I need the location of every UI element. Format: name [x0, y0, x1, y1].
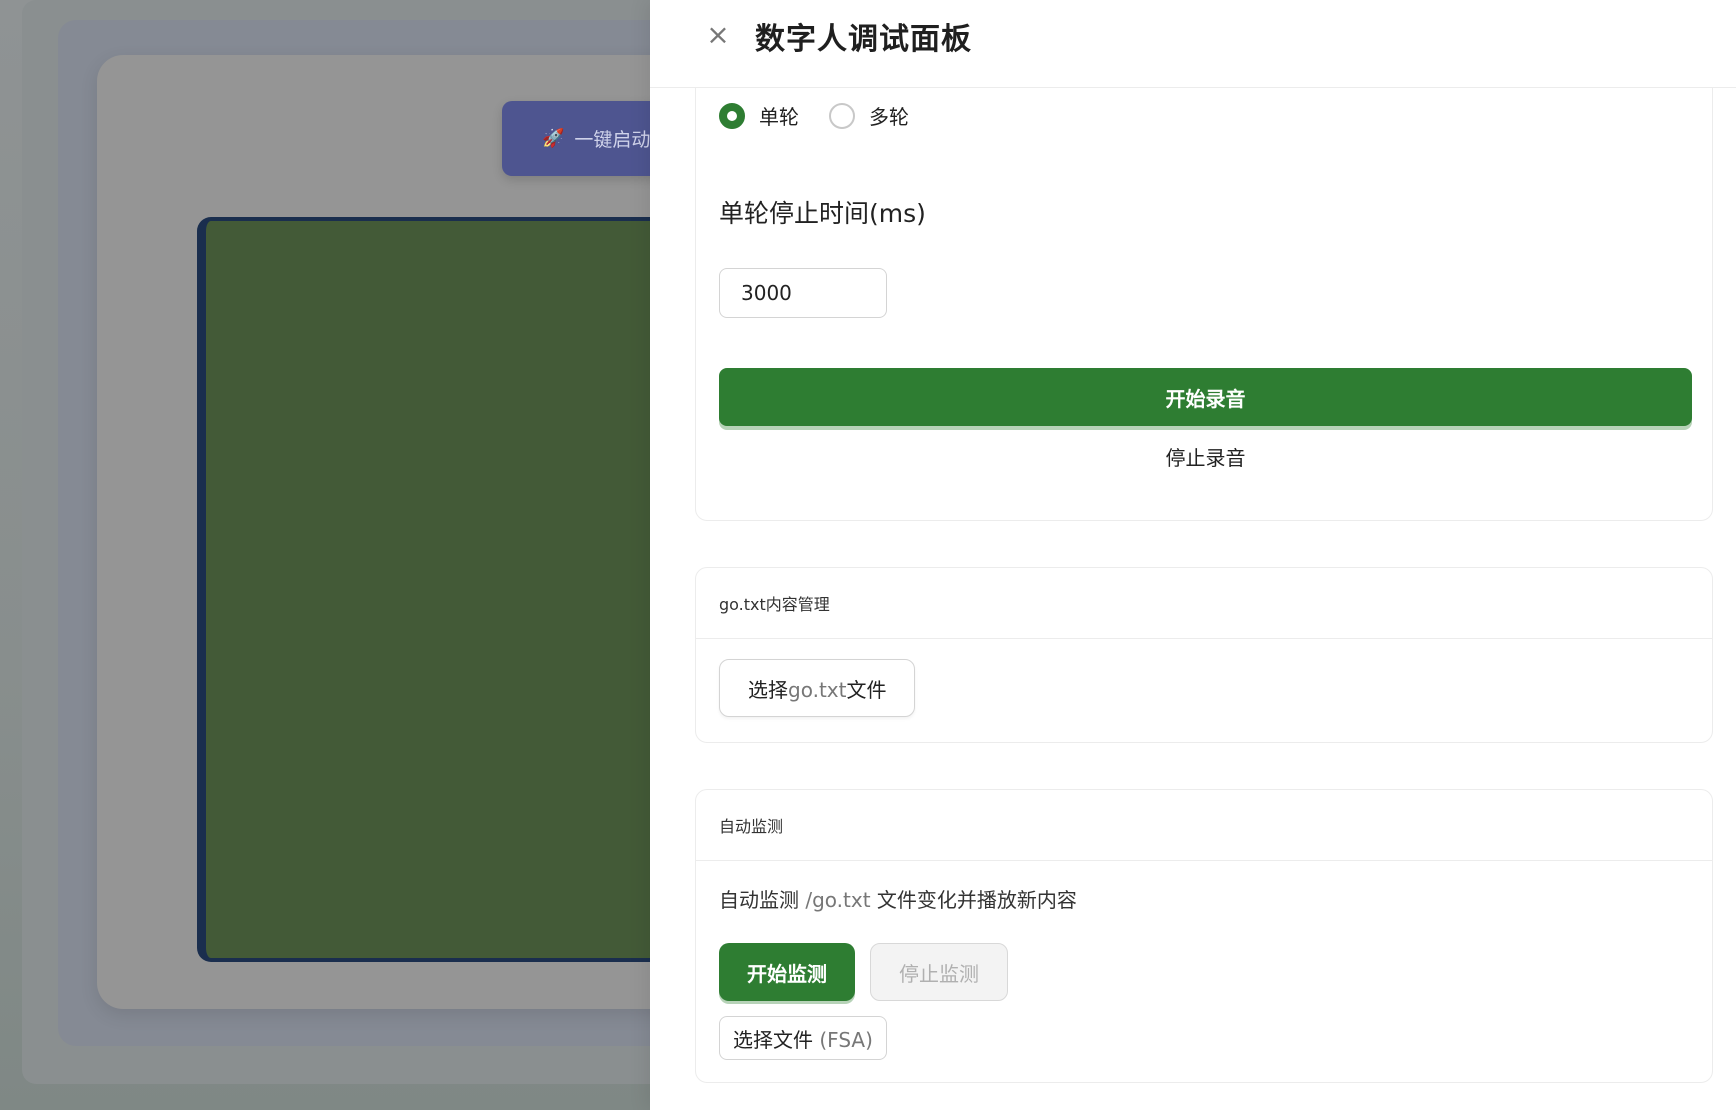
select-file-hint: (FSA) [819, 1027, 873, 1052]
select-gotxt-filename: go.txt [788, 677, 847, 702]
monitor-panel-title: 自动监测 [696, 790, 1712, 861]
stop-monitor-button[interactable]: 停止监测 [870, 943, 1008, 1001]
monitor-button-row: 开始监测 停止监测 [719, 943, 1689, 1001]
select-gotxt-prefix: 选择 [748, 677, 788, 702]
drawer-header: × 数字人调试面板 [650, 0, 1736, 88]
radio-multi-dot[interactable] [829, 102, 855, 129]
stop-recording-button[interactable]: 停止录音 [719, 431, 1692, 481]
monitor-desc-suffix: 文件变化并播放新内容 [876, 888, 1077, 912]
drawer-title: 数字人调试面板 [755, 22, 972, 57]
select-file-fsa-button[interactable]: 选择文件 (FSA) [719, 1016, 887, 1060]
drawer-body: 单轮 多轮 单轮停止时间(ms) 开始录音 停止录音 go.txt内容管理 选择… [650, 0, 1736, 1110]
radio-single-dot[interactable] [719, 102, 745, 129]
start-monitor-button[interactable]: 开始监测 [719, 943, 855, 1001]
start-recording-button[interactable]: 开始录音 [719, 368, 1692, 426]
stop-time-input[interactable] [719, 268, 887, 318]
monitor-description: 自动监测 /go.txt 文件变化并播放新内容 [719, 884, 1689, 913]
gotxt-panel-body: 选择go.txt文件 [696, 639, 1712, 737]
mode-radio-group: 单轮 多轮 [719, 101, 939, 130]
monitor-desc-prefix: 自动监测 [719, 888, 799, 912]
rocket-icon: 🚀 [542, 128, 565, 149]
stop-time-label: 单轮停止时间(ms) [719, 199, 926, 228]
select-file-label: 选择文件 [733, 1027, 813, 1052]
select-gotxt-button[interactable]: 选择go.txt文件 [719, 659, 916, 717]
select-gotxt-suffix: 文件 [846, 677, 887, 702]
radio-multi[interactable]: 多轮 [829, 101, 909, 130]
monitor-panel-body: 自动监测 /go.txt 文件变化并播放新内容 开始监测 停止监测 选择文件 (… [696, 861, 1712, 1080]
gotxt-panel-title: go.txt内容管理 [696, 568, 1712, 639]
launch-button-label: 一键启动 [574, 129, 651, 151]
radio-single-label: 单轮 [759, 105, 799, 129]
monitor-panel: 自动监测 自动监测 /go.txt 文件变化并播放新内容 开始监测 停止监测 选… [695, 789, 1713, 1083]
close-icon[interactable]: × [706, 20, 730, 50]
radio-single[interactable]: 单轮 [719, 101, 799, 130]
debug-drawer: 单轮 多轮 单轮停止时间(ms) 开始录音 停止录音 go.txt内容管理 选择… [650, 0, 1736, 1110]
radio-multi-label: 多轮 [869, 105, 909, 129]
gotxt-panel: go.txt内容管理 选择go.txt文件 [695, 567, 1713, 743]
monitor-desc-path: /go.txt [805, 888, 871, 912]
